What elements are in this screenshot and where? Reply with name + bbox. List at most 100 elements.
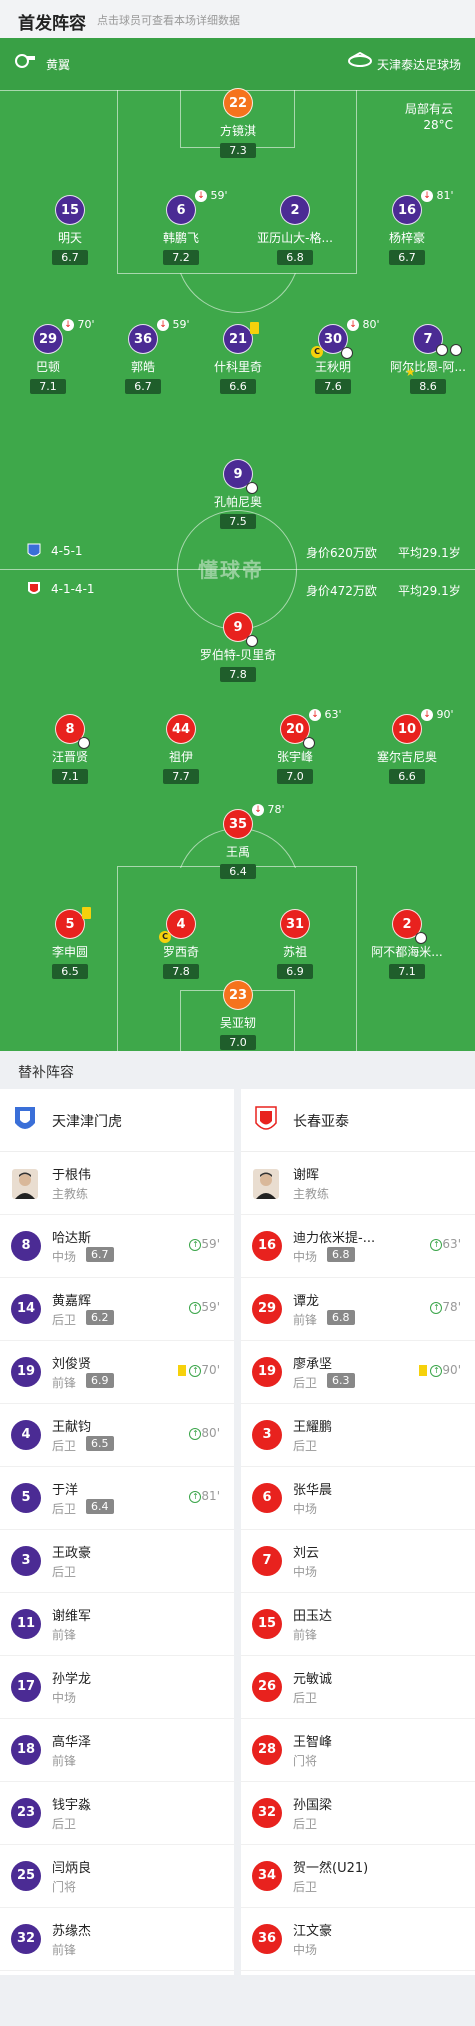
substitution-badge: ↓ 90'	[421, 708, 454, 721]
home-player[interactable]: 2 亚历山大-格... 6.8	[245, 195, 345, 265]
player-rating: 6.6	[220, 379, 256, 394]
sub-in-minute: 80'	[201, 1426, 220, 1440]
away-team-logo-icon	[255, 1106, 277, 1130]
jersey-number: 14	[11, 1294, 41, 1324]
player-name: 李申圆	[51, 945, 88, 959]
home-player[interactable]: 30 王秋明 7.6	[283, 324, 383, 394]
sub-player-row[interactable]: 29 谭龙 前锋 6.8 ↑ 78'	[241, 1278, 475, 1341]
jersey-number: 3	[252, 1420, 282, 1450]
substitution-badge: ↓ 59'	[157, 318, 190, 331]
sub-player-position: 门将	[52, 1880, 77, 1894]
away-player[interactable]: 35 王禹 6.4	[188, 809, 288, 879]
sub-player-row[interactable]: 18 高华泽 前锋	[0, 1719, 234, 1782]
sub-player-row[interactable]: 19 廖承坚 后卫 6.3 ↑ 90'	[241, 1341, 475, 1404]
away-player[interactable]: 5 李申圆 6.5	[20, 909, 120, 979]
sub-player-row[interactable]: 3 王政豪 后卫	[0, 1530, 234, 1593]
sub-player-row[interactable]: 4 王献钧 后卫 6.5 ↑ 80'	[0, 1404, 234, 1467]
player-name: 孔帕尼奥	[213, 495, 262, 509]
sub-player-row[interactable]: 34 贺一然(U21) 后卫	[241, 1845, 475, 1908]
jersey-number: 19	[11, 1357, 41, 1387]
player-rating: 7.5	[220, 514, 256, 529]
home-player[interactable]: 36 郭皓 6.7	[93, 324, 193, 394]
sub-player-row[interactable]: 16 迪力依米提-... 中场 6.8 ↑ 63'	[241, 1215, 475, 1278]
sub-player-row[interactable]: 3 王耀鹏 后卫	[241, 1404, 475, 1467]
player-name: 巴顿	[35, 360, 60, 374]
match-info-bar: 黄翼 天津泰达足球场	[0, 38, 475, 90]
away-value: 身价472万欧	[306, 584, 377, 598]
home-player[interactable]: 9 孔帕尼奥 7.5	[188, 459, 288, 529]
away-player[interactable]: 23 吴亚轫 7.0	[188, 980, 288, 1050]
away-formation: 4-1-4-1	[51, 582, 95, 596]
sub-player-row[interactable]: 7 刘云 中场	[241, 1530, 475, 1593]
sub-in-event: ↑ 63'	[430, 1237, 461, 1251]
player-name: 杨梓豪	[388, 231, 425, 245]
away-coach-name: 谢晖	[293, 1168, 320, 1183]
sub-player-row[interactable]: 32 孙国梁 后卫	[241, 1782, 475, 1845]
sub-player-position: 后卫	[52, 1439, 77, 1453]
sub-player-row[interactable]: 15 田玉达 前锋	[241, 1593, 475, 1656]
player-name: 张宇峰	[276, 750, 313, 764]
stadium-icon	[348, 52, 372, 67]
player-rating: 6.4	[220, 864, 256, 879]
player-name: 亚历山大-格...	[257, 231, 333, 245]
home-team-row[interactable]: 天津津门虎	[0, 1089, 234, 1152]
jersey-number: 25	[11, 1861, 41, 1891]
home-player[interactable]: 21 什科里奇 6.6	[188, 324, 288, 394]
sub-player-row[interactable]: 17 孙学龙 中场	[0, 1656, 234, 1719]
home-team-name: 天津津门虎	[52, 1114, 122, 1130]
home-player[interactable]: 7 阿尔比恩-阿... 8.6	[378, 324, 475, 394]
substitution-badge: ↓ 81'	[421, 189, 454, 202]
yellow-card-icon	[419, 1365, 428, 1376]
sub-player-row[interactable]: 32 苏缘杰 前锋	[0, 1908, 234, 1971]
sub-in-event: ↑ 78'	[430, 1300, 461, 1314]
sub-player-row[interactable]: 25 闫炳良 门将	[0, 1845, 234, 1908]
sub-player-row[interactable]: 28 王智峰 门将	[241, 1719, 475, 1782]
jersey-number: 6	[166, 195, 196, 225]
sub-player-position: 后卫	[293, 1376, 318, 1390]
home-player[interactable]: 22 方镜淇 7.3	[188, 88, 288, 158]
home-player[interactable]: 6 韩鹏飞 7.2	[131, 195, 231, 265]
player-rating: 6.9	[277, 964, 313, 979]
player-name: 郭皓	[130, 360, 155, 374]
sub-player-row[interactable]: 5 于洋 后卫 6.4 ↑ 81'	[0, 1467, 234, 1530]
away-player[interactable]: 8 汪晋贤 7.1	[20, 714, 120, 784]
sub-player-row[interactable]: 19 刘俊贤 前锋 6.9 ↑ 70'	[0, 1341, 234, 1404]
jersey-number: 34	[252, 1861, 282, 1891]
away-coach-row[interactable]: 谢晖 主教练	[241, 1152, 475, 1215]
sub-in-event: ↑ 80'	[189, 1426, 220, 1440]
sub-player-name: 刘云	[293, 1546, 320, 1561]
sub-player-row[interactable]: 26 元敏诚 后卫	[241, 1656, 475, 1719]
watermark: 懂球帝	[198, 558, 264, 582]
sub-player-row[interactable]: 14 黄嘉辉 后卫 6.2 ↑ 59'	[0, 1278, 234, 1341]
jersey-number: 7	[252, 1546, 282, 1576]
away-player[interactable]: 31 苏祖 6.9	[245, 909, 345, 979]
home-coach-row[interactable]: 于根伟 主教练	[0, 1152, 234, 1215]
away-player[interactable]: 9 罗伯特-贝里奇 7.8	[188, 612, 288, 682]
home-player[interactable]: 15 明天 6.7	[20, 195, 120, 265]
sub-in-event: ↑ 90'	[419, 1363, 461, 1377]
sub-minute: 70'	[74, 318, 95, 331]
player-name: 王禹	[225, 845, 250, 859]
home-player[interactable]: 29 巴顿 7.1	[0, 324, 98, 394]
away-team-logo-icon	[28, 582, 40, 594]
sub-player-name: 廖承坚	[293, 1357, 333, 1372]
away-player[interactable]: 4 罗西奇 7.8	[131, 909, 231, 979]
away-player[interactable]: 20 张宇峰 7.0	[245, 714, 345, 784]
away-player[interactable]: 44 祖伊 7.7	[131, 714, 231, 784]
away-team-row[interactable]: 长春亚泰	[241, 1089, 475, 1152]
home-value: 身价620万欧	[306, 546, 377, 560]
away-player[interactable]: 2 阿不都海米... 7.1	[357, 909, 457, 979]
sub-player-row[interactable]: 23 钱宇淼 后卫	[0, 1782, 234, 1845]
away-player[interactable]: 10 塞尔吉尼奥 6.6	[357, 714, 457, 784]
sub-in-minute: 59'	[201, 1300, 220, 1314]
goal-ball-icon	[303, 737, 315, 749]
sub-player-row[interactable]: 11 谢维军 前锋	[0, 1593, 234, 1656]
sub-player-name: 谢维军	[52, 1609, 92, 1624]
sub-player-row[interactable]: 8 哈达斯 中场 6.7 ↑ 59'	[0, 1215, 234, 1278]
sub-player-row[interactable]: 6 张华晨 中场	[241, 1467, 475, 1530]
sub-player-row[interactable]: 36 江文豪 中场	[241, 1908, 475, 1971]
player-name: 祖伊	[168, 750, 193, 764]
jersey-number: 21	[223, 324, 253, 354]
player-rating: 6.8	[277, 250, 313, 265]
home-player[interactable]: 16 杨梓豪 6.7	[357, 195, 457, 265]
